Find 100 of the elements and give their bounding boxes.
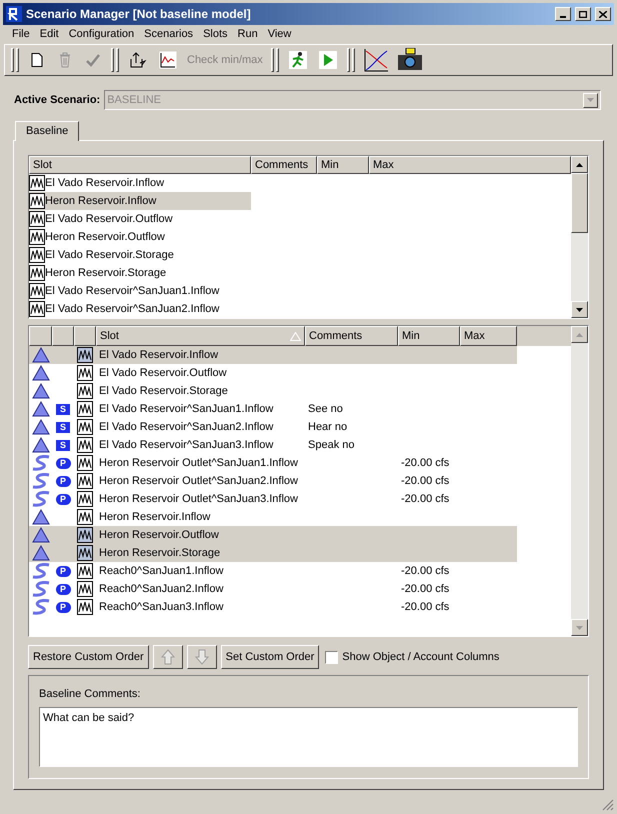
down-arrow-icon <box>194 649 209 665</box>
triangle-icon <box>32 383 50 399</box>
checkbox[interactable] <box>325 650 338 664</box>
badge: S <box>56 422 70 432</box>
min-value: -20.00 cfs <box>401 582 450 595</box>
close-button[interactable] <box>595 7 611 21</box>
slot-name: Heron Reservoir Outlet^SanJuan1.Inflow <box>99 456 298 469</box>
graph-icon <box>29 211 45 227</box>
order-button[interactable]: Restore Custom Order <box>28 645 149 669</box>
slot-name: El Vado Reservoir.Outflow <box>99 366 227 379</box>
menu-item[interactable]: Slots <box>198 26 233 43</box>
column-header[interactable]: Comments <box>251 156 317 174</box>
column-header[interactable] <box>52 326 74 346</box>
graph-icon <box>77 455 93 471</box>
badge: P <box>56 458 70 468</box>
sort-arrow-icon <box>290 332 301 340</box>
up-arrow-icon[interactable] <box>576 162 583 166</box>
slot-name: El Vado Reservoir^SanJuan3.Inflow <box>99 438 274 451</box>
slot-name: El Vado Reservoir^SanJuan2.Inflow <box>45 302 220 317</box>
slot-name: Heron Reservoir.Outflow <box>45 230 165 245</box>
line-chart-icon[interactable] <box>159 51 177 69</box>
running-figure-icon[interactable] <box>288 51 307 69</box>
table-row[interactable]: Heron Reservoir.Inflow <box>29 192 251 210</box>
table-row[interactable]: Heron Reservoir.Storage <box>29 544 517 562</box>
badge: P <box>56 476 70 486</box>
new-page-icon[interactable] <box>29 52 45 68</box>
slot-name: Heron Reservoir.Outflow <box>99 528 219 541</box>
column-header[interactable]: Min <box>398 326 460 346</box>
table-row[interactable]: El Vado Reservoir.Inflow <box>29 346 517 364</box>
menu-item[interactable]: Scenarios <box>139 26 198 43</box>
slot-name: El Vado Reservoir.Inflow <box>45 176 164 191</box>
slot-name: El Vado Reservoir.Storage <box>99 384 228 397</box>
window-title: Scenario Manager [Not baseline model] <box>26 6 252 23</box>
menu-item[interactable]: Configuration <box>64 26 140 43</box>
slot-name: El Vado Reservoir^SanJuan1.Inflow <box>45 284 220 299</box>
menu-item[interactable]: View <box>262 26 296 43</box>
down-arrow-icon[interactable] <box>576 308 583 312</box>
graph-icon <box>29 247 45 263</box>
column-header[interactable]: Slot <box>96 326 305 346</box>
column-header[interactable] <box>74 326 96 346</box>
tab[interactable]: Baseline <box>15 121 80 141</box>
checkbox-label: Show Object / Account Columns <box>342 650 500 665</box>
column-header[interactable]: Max <box>369 156 571 174</box>
graph-icon <box>29 193 45 209</box>
menu-item[interactable]: Run <box>232 26 263 43</box>
close-icon <box>599 10 607 18</box>
graph-icon <box>77 365 93 381</box>
badge: P <box>56 494 70 504</box>
scrollbar[interactable] <box>571 156 588 318</box>
minimize-button[interactable] <box>555 7 571 21</box>
export-icon[interactable] <box>129 51 147 69</box>
graph-icon <box>77 491 93 507</box>
app-logo-icon <box>6 6 22 22</box>
play-icon[interactable] <box>318 51 337 69</box>
slot-name: El Vado Reservoir.Outflow <box>45 212 173 227</box>
slot-name: El Vado Reservoir^SanJuan2.Inflow <box>99 420 274 433</box>
triangle-icon <box>32 527 50 543</box>
maximize-button[interactable] <box>575 7 591 21</box>
column-header[interactable]: Comments <box>305 326 398 346</box>
triangle-icon <box>32 437 50 453</box>
graph-icon <box>77 419 93 435</box>
slot-name: Heron Reservoir.Storage <box>45 266 166 281</box>
menu-item[interactable]: File <box>7 26 35 43</box>
wave-stroke-icon <box>30 599 50 615</box>
wave-stroke-icon <box>30 581 50 597</box>
comments-field[interactable]: What can be said? <box>39 706 578 766</box>
table-row[interactable]: Heron Reservoir.Outflow <box>29 526 517 544</box>
wave-stroke-icon <box>30 473 50 489</box>
badge: S <box>56 440 70 450</box>
dropdown-arrow-icon <box>587 98 594 102</box>
slot-name: Heron Reservoir.Storage <box>99 546 220 559</box>
graph-icon <box>29 265 45 281</box>
active-scenario-label: Active Scenario: <box>14 92 100 108</box>
graph-icon <box>29 229 45 245</box>
triangle-icon <box>32 509 50 525</box>
checkmark-icon[interactable] <box>85 52 101 68</box>
order-button[interactable]: Set Custom Order <box>220 645 320 669</box>
crossing-lines-chart-icon[interactable] <box>362 48 389 72</box>
graph-icon <box>77 545 93 561</box>
column-header[interactable]: Min <box>317 156 369 174</box>
graph-icon <box>77 473 93 489</box>
comment-text: See no <box>308 402 343 415</box>
column-header[interactable]: Slot <box>29 156 251 174</box>
min-value: -20.00 cfs <box>401 564 450 577</box>
graph-icon <box>77 509 93 525</box>
wave-stroke-icon <box>30 563 50 579</box>
triangle-icon <box>32 365 50 381</box>
min-value: -20.00 cfs <box>401 492 450 505</box>
graph-icon <box>77 401 93 417</box>
column-header[interactable]: Max <box>460 326 517 346</box>
menu-item[interactable]: Edit <box>34 26 64 43</box>
graph-icon <box>29 301 45 317</box>
badge: P <box>56 602 70 612</box>
camera-icon[interactable] <box>396 48 423 72</box>
badge: S <box>56 404 70 414</box>
badge: P <box>56 584 70 594</box>
up-arrow-icon <box>160 649 175 665</box>
wave-stroke-icon <box>30 491 50 507</box>
column-header[interactable] <box>29 326 52 346</box>
resize-grip-icon[interactable] <box>602 799 614 811</box>
